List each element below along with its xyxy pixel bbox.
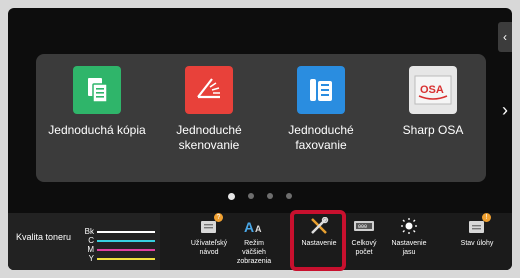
large-text-icon: AA bbox=[243, 217, 265, 235]
svg-text:OSA: OSA bbox=[420, 84, 444, 96]
tile-easy-copy[interactable]: Jednoduchá kópia bbox=[47, 66, 147, 138]
toner-label: Kvalita toneru bbox=[16, 232, 72, 242]
svg-text:000: 000 bbox=[358, 224, 367, 230]
toner-level-bar bbox=[97, 240, 155, 242]
toner-status: Kvalita toneru Bk C M Y bbox=[8, 213, 160, 270]
shortcut-label: Stav úlohy bbox=[460, 240, 494, 247]
svg-text:A: A bbox=[244, 219, 254, 235]
toner-level-bar bbox=[97, 231, 155, 233]
shortcut-label: Režim väčšieh zobrazenia bbox=[236, 240, 272, 265]
alert-badge: ! bbox=[482, 213, 491, 222]
tile-label: Sharp OSA bbox=[402, 123, 464, 137]
svg-text:A: A bbox=[255, 224, 262, 234]
shortcut-label: Nastavenie jasu bbox=[391, 240, 427, 256]
fax-icon bbox=[297, 66, 345, 114]
brightness-icon bbox=[398, 217, 420, 235]
settings-highlight-frame bbox=[290, 210, 346, 271]
large-text-mode-button[interactable]: AA Režim väčšieh zobrazenia bbox=[233, 213, 275, 270]
total-count-icon: 000 bbox=[353, 217, 375, 235]
help-badge: ? bbox=[214, 213, 223, 222]
page-dot[interactable] bbox=[248, 193, 254, 199]
toner-row-y: Y bbox=[84, 254, 158, 264]
brightness-button[interactable]: Nastavenie jasu bbox=[388, 213, 430, 270]
copy-icon bbox=[73, 66, 121, 114]
shortcut-label: Užívateľský návod bbox=[190, 240, 228, 256]
toner-level-bar bbox=[97, 258, 155, 260]
shortcut-label: Celkový počet bbox=[351, 240, 377, 256]
user-guide-icon: ? bbox=[198, 213, 223, 235]
toner-key: Y bbox=[88, 254, 94, 263]
tile-label: Jednoduché faxovanie bbox=[288, 123, 354, 152]
touch-screen: ‹ Jednoduchá kópia Jednoduché skenovanie… bbox=[8, 8, 512, 270]
page-dot[interactable] bbox=[286, 193, 292, 199]
home-tiles: Jednoduchá kópia Jednoduché skenovanie J… bbox=[36, 54, 486, 182]
tile-label: Jednoduchá kópia bbox=[48, 123, 146, 137]
next-page-arrow-icon[interactable]: › bbox=[502, 100, 508, 121]
scan-icon bbox=[185, 66, 233, 114]
device-panel: ‹ Jednoduchá kópia Jednoduché skenovanie… bbox=[0, 0, 520, 278]
job-status-icon: ! bbox=[466, 213, 491, 235]
tile-label: Jednoduché skenovanie bbox=[176, 123, 242, 152]
tile-easy-scan[interactable]: Jednoduché skenovanie bbox=[159, 66, 259, 153]
toner-level-bar bbox=[97, 249, 155, 251]
tile-easy-fax[interactable]: Jednoduché faxovanie bbox=[271, 66, 371, 153]
job-status-button[interactable]: ! Stav úlohy bbox=[456, 213, 498, 270]
collapse-arrow-icon[interactable]: ‹ bbox=[498, 22, 512, 52]
page-dot[interactable] bbox=[267, 193, 273, 199]
sharp-osa-icon: OSA bbox=[409, 66, 457, 114]
user-guide-button[interactable]: ? Užívateľský návod bbox=[188, 213, 230, 270]
page-indicator bbox=[8, 193, 512, 203]
total-count-button[interactable]: 000 Celkový počet bbox=[343, 213, 385, 270]
page-dot-active[interactable] bbox=[228, 193, 235, 200]
tile-sharp-osa[interactable]: OSA Sharp OSA bbox=[383, 66, 483, 138]
bottom-bar: Kvalita toneru Bk C M Y ? Užívateľský ná… bbox=[8, 213, 512, 270]
